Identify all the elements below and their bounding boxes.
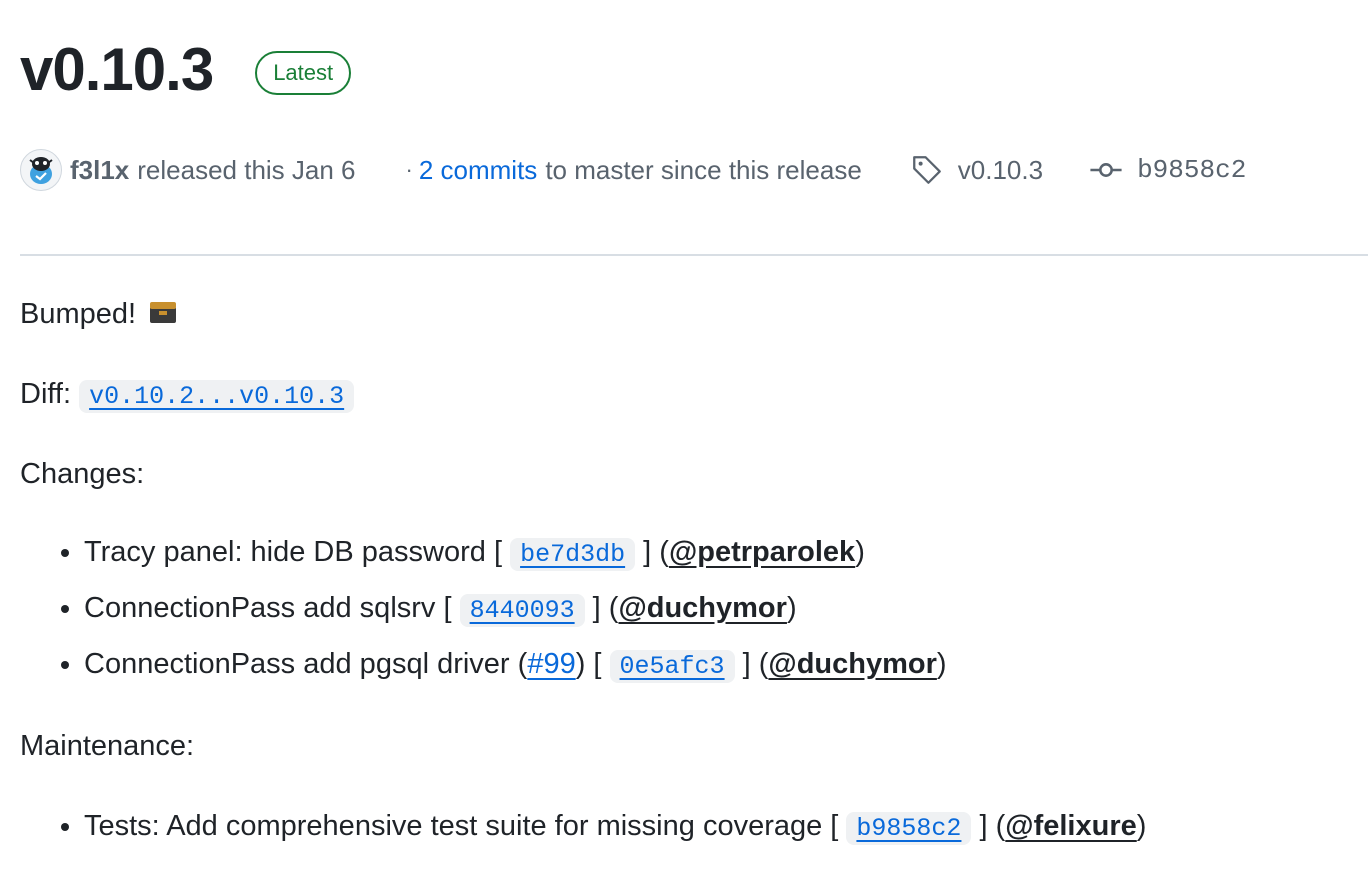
diff-label: Diff: [20,378,72,410]
commit-link[interactable]: 0e5afc3 [620,652,725,681]
user-mention[interactable]: @felixure [1005,810,1136,842]
commit-code: 0e5afc3 [609,650,735,683]
list-item: ConnectionPass add pgsql driver (#99) [ … [84,642,947,698]
diff-line: Diff: v0.10.2...v0.10.3 [20,372,355,419]
list-item: Tracy panel: hide DB password [ be7d3db … [84,530,947,586]
release-meta: f3l1x released this Jan 6 · 2 commits to… [20,148,1368,192]
tag-link[interactable]: v0.10.3 [958,155,1043,186]
released-date: released this Jan 6 [137,154,356,185]
release-header: v0.10.3 Latest [20,30,352,110]
user-mention[interactable]: @petrparolek [669,536,855,568]
bumped-text: Bumped! [20,298,137,330]
commits-since-link[interactable]: 2 commits [419,155,537,186]
commit-code: 8440093 [459,594,585,627]
changes-list: Tracy panel: hide DB password [ be7d3db … [20,530,947,698]
issue-link[interactable]: #99 [527,648,575,680]
tag-icon [912,156,941,184]
maintenance-heading: Maintenance: [20,730,195,762]
commit-link[interactable]: b9858c2 [856,814,961,843]
latest-badge: Latest [255,51,352,95]
commit-link[interactable]: 8440093 [470,596,575,625]
change-text: ConnectionPass add sqlsrv [84,592,436,624]
list-item: ConnectionPass add sqlsrv [ 8440093 ] (@… [84,586,947,642]
user-mention[interactable]: @duchymor [618,592,786,624]
divider [20,254,1368,256]
change-text: ConnectionPass add pgsql driver [84,648,510,680]
author-link[interactable]: f3l1x [70,155,129,186]
package-box-emoji [150,302,177,323]
commits-since-text: to master since this release [545,154,862,185]
maintenance-list: Tests: Add comprehensive test suite for … [20,804,1146,860]
commit-code: be7d3db [510,538,636,571]
maintenance-text: Tests: Add comprehensive test suite for … [84,810,823,842]
list-item: Tests: Add comprehensive test suite for … [84,804,1146,860]
commit-code: b9858c2 [846,812,972,845]
bumped-line: Bumped! [20,292,178,336]
diff-link[interactable]: v0.10.2...v0.10.3 [89,382,344,411]
user-mention[interactable]: @duchymor [768,648,936,680]
commit-sha-link[interactable]: b9858c2 [1137,155,1246,185]
meta-separator: · [405,157,413,182]
release-title[interactable]: v0.10.3 [20,30,214,110]
commit-link[interactable]: be7d3db [520,540,625,569]
diff-code: v0.10.2...v0.10.3 [79,380,355,413]
avatar-icon[interactable] [20,149,62,191]
git-commit-icon [1090,163,1122,177]
changes-heading: Changes: [20,458,145,490]
change-text: Tracy panel: hide DB password [84,536,486,568]
